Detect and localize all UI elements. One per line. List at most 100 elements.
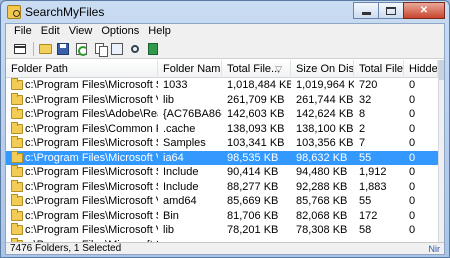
total-size-cell: 98,535 KB (227, 151, 279, 164)
refresh-button[interactable] (73, 41, 89, 57)
menu-view[interactable]: View (65, 24, 98, 39)
size-on-disk-cell: 94,480 KB (296, 166, 348, 178)
client-area: File Edit View Options Help Folder Path … (5, 23, 445, 255)
exit-icon (148, 42, 158, 55)
hidden-count-cell: 0 (409, 108, 416, 120)
column-header-folder-name[interactable]: Folder Name (158, 60, 222, 78)
find-button[interactable] (127, 41, 143, 57)
size-on-disk-cell: 1,019,964 KB (296, 79, 354, 91)
total-size-cell: 261,709 KB (227, 93, 285, 106)
save-button[interactable] (55, 41, 71, 57)
table-row[interactable]: c:\Program Files\Microsoft Visu... lib 78,… (6, 223, 438, 238)
folder-path-cell: c:\Program Files\Microsoft Visu... (25, 224, 158, 236)
folder-icon (11, 78, 23, 90)
total-size-cell: 88,277 KB (227, 180, 279, 193)
window-title: SearchMyFiles (25, 5, 105, 19)
table-row[interactable]: c:\Program Files\Microsoft SDK... 1033 1,0… (6, 78, 438, 93)
hidden-count-cell: 0 (409, 180, 416, 193)
status-link[interactable]: Nir (429, 243, 441, 255)
size-on-disk-cell: 138,100 KB (296, 122, 354, 135)
folder-name-cell: amd64 (163, 195, 197, 207)
total-size-cell: 85,669 KB (227, 195, 279, 207)
size-on-disk-cell: 92,288 KB (296, 180, 348, 193)
column-header-total-size-label: Total File... (227, 63, 281, 75)
title-bar[interactable]: SearchMyFiles ✕ (1, 1, 449, 23)
folder-path-cell: c:\Program Files\Microsoft Visu... (25, 195, 158, 207)
folder-name-cell: 1033 (163, 79, 188, 91)
table-row[interactable]: c:\Program Files\Microsoft SDK... Samples… (6, 136, 438, 151)
maximize-button[interactable] (378, 2, 404, 19)
caption-buttons: ✕ (353, 2, 445, 19)
list-header: Folder Path Folder Name Total File... ▽ … (6, 60, 438, 78)
total-size-cell: 81,706 KB (227, 209, 279, 222)
table-row[interactable]: c:\Program Files\Microsoft SDK... Bin 81,7… (6, 208, 438, 224)
hidden-count-cell: 0 (409, 224, 416, 236)
app-icon (7, 5, 21, 19)
minimize-button[interactable] (353, 2, 379, 19)
copy-button[interactable] (91, 41, 107, 57)
table-row[interactable]: c:\Program Files\Microsoft SDK... Include… (6, 165, 438, 180)
size-on-disk-cell: 98,632 KB (296, 151, 348, 164)
close-button[interactable]: ✕ (403, 2, 445, 19)
table-row[interactable]: c:\Program Files\Microsoft Visu... amd64 8… (6, 194, 438, 209)
column-header-folder-path[interactable]: Folder Path (6, 60, 158, 78)
folder-path-cell: c:\Program Files\Common Files... (25, 122, 158, 135)
hidden-count-cell: 0 (409, 166, 416, 178)
folder-icon (11, 194, 23, 206)
total-files-cell: 55 (359, 151, 372, 164)
size-on-disk-cell: 78,308 KB (296, 224, 348, 236)
properties-button[interactable] (12, 41, 28, 57)
html-report-button[interactable] (109, 41, 125, 57)
table-row[interactable]: c:\Program Files\Microsoft Visu... ia64 98… (6, 150, 438, 165)
hidden-count-cell: 0 (409, 79, 416, 91)
menu-edit[interactable]: Edit (37, 24, 65, 39)
folder-name-cell: ia64 (163, 151, 184, 164)
folder-name-cell: lib (163, 224, 175, 236)
total-files-cell: 720 (359, 79, 378, 91)
column-header-total-size[interactable]: Total File... ▽ (222, 60, 291, 78)
table-row[interactable]: c:\Program Files\Common Files... .cache 13… (6, 121, 438, 137)
vertical-scroll-thumb[interactable] (439, 60, 444, 80)
vertical-scrollbar[interactable] (438, 60, 444, 242)
total-size-cell: 1,018,484 KB (227, 79, 291, 91)
size-on-disk-cell: 142,624 KB (296, 108, 354, 120)
exit-button[interactable] (145, 41, 161, 57)
save-icon (57, 42, 69, 55)
total-size-cell: 138,093 KB (227, 122, 285, 135)
minimize-icon (361, 12, 371, 15)
folder-icon (11, 92, 23, 105)
open-folder-button[interactable] (37, 41, 53, 57)
status-bar: 7476 Folders, 1 Selected Nir (6, 242, 444, 254)
table-row[interactable]: c:\Program Files\Microsoft Visu... lib 261… (6, 92, 438, 108)
folder-path-cell: c:\Program Files\Adobe\Reader ... (25, 108, 158, 120)
menu-file[interactable]: File (10, 24, 37, 39)
total-files-cell: 7 (359, 137, 366, 149)
total-files-cell: 32 (359, 93, 372, 106)
folder-icon (11, 223, 23, 235)
folder-icon (11, 208, 23, 221)
menu-help[interactable]: Help (144, 24, 176, 39)
menu-options[interactable]: Options (97, 24, 144, 39)
total-files-cell: 1,912 (359, 166, 387, 178)
total-size-cell: 142,603 KB (227, 108, 285, 120)
hidden-count-cell: 0 (409, 137, 416, 149)
folder-path-cell: c:\Program Files\Microsoft Visu... (25, 151, 158, 164)
menu-bar: File Edit View Options Help (6, 24, 444, 39)
column-header-hidden[interactable]: Hidden C... (404, 60, 438, 78)
toolbar (6, 39, 444, 59)
properties-icon (14, 43, 26, 54)
close-icon: ✕ (419, 5, 429, 16)
table-row[interactable]: c:\Program Files\Adobe\Reader ... {AC76BA… (6, 107, 438, 122)
folder-list[interactable]: Folder Path Folder Name Total File... ▽ … (6, 60, 444, 242)
find-icon (131, 44, 139, 53)
refresh-icon (75, 42, 87, 55)
column-header-size-on-disk[interactable]: Size On Disk (291, 60, 354, 78)
table-row[interactable]: c:\Program Files\Microsoft SDK... Include… (6, 179, 438, 195)
column-header-total-files[interactable]: Total File... (354, 60, 404, 78)
toolbar-separator (33, 41, 34, 56)
folder-path-cell: c:\Program Files\Microsoft SDK... (25, 180, 158, 193)
folder-path-cell: c:\Program Files\Microsoft SDK... (25, 209, 158, 222)
folder-icon (11, 179, 23, 192)
hidden-count-cell: 0 (409, 209, 416, 222)
sort-descending-icon: ▽ (275, 64, 282, 74)
